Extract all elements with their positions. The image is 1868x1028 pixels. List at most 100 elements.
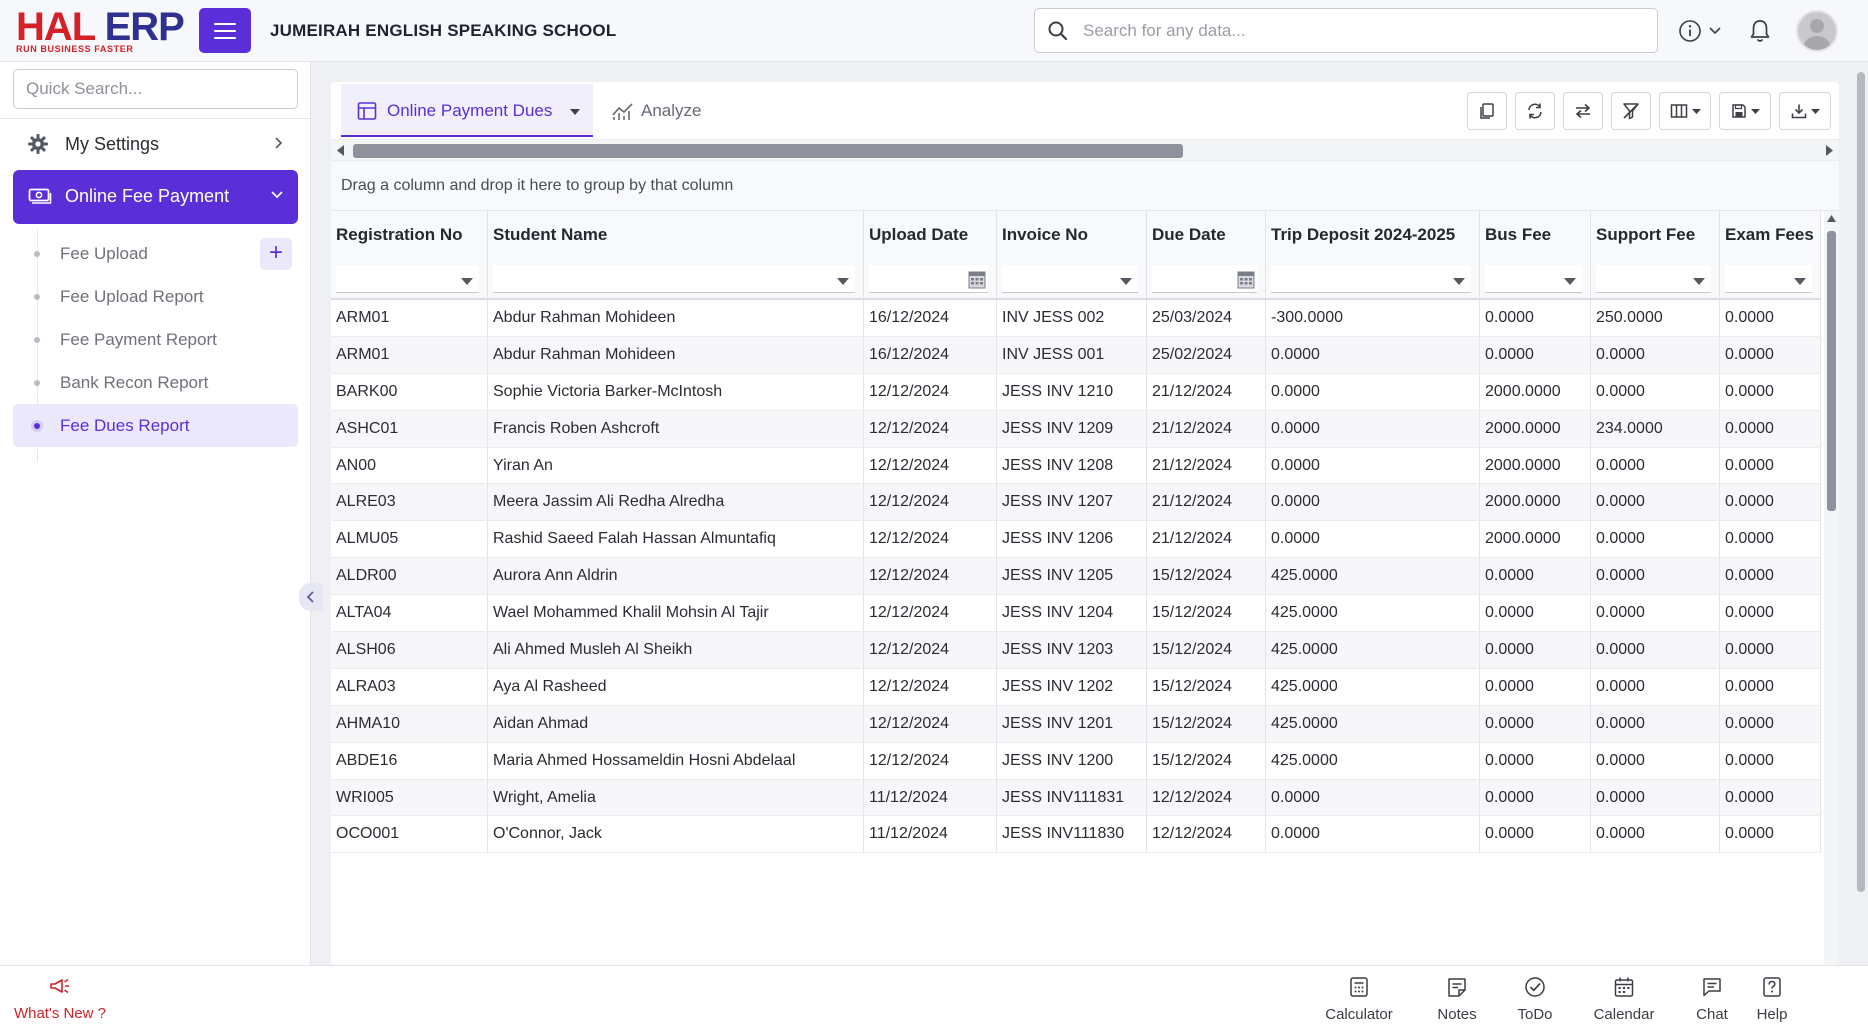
column-filter-input[interactable] [493,265,855,293]
scroll-up-arrow-icon[interactable] [1827,215,1836,222]
column-header-trip-deposit[interactable]: Trip Deposit 2024-2025 [1266,211,1480,258]
add-fee-upload-button[interactable]: + [260,238,292,270]
hal-erp-logo[interactable]: HAL ERP RUN BUSINESS FASTER [16,7,185,54]
grid-body: ARM01 Abdur Rahman Mohideen 16/12/2024 INV … [331,300,1821,854]
column-filter-input[interactable] [1271,265,1471,293]
tab-online-payment-dues[interactable]: Online Payment Dues [341,84,593,137]
cell-due-date: 15/12/2024 [1147,632,1266,668]
footer-help-button[interactable]: Help [1737,976,1807,1023]
columns-chooser-button[interactable] [1659,92,1711,130]
cell-bus-fee: 0.0000 [1480,558,1591,595]
tab-analyze[interactable]: Analyze [611,84,701,137]
sidebar-item-fee-upload[interactable]: Fee Upload + [13,232,298,275]
sidebar-item-fee-dues-report[interactable]: Fee Dues Report [13,404,298,447]
column-filter-input[interactable] [869,265,988,293]
column-header-upload-date[interactable]: Upload Date [864,211,997,258]
table-row[interactable]: AHMA10 Aidan Ahmad 12/12/2024 JESS INV 1201… [331,705,1821,743]
scroll-right-arrow-icon[interactable] [1826,145,1833,156]
whats-new-button[interactable]: What's New ? [10,976,110,1022]
table-row[interactable]: ALDR00 Aurora Ann Aldrin 12/12/2024 JESS IN… [331,558,1821,596]
group-by-panel[interactable]: Drag a column and drop it here to group … [331,161,1839,211]
table-row[interactable]: ABDE16 Maria Ahmed Hossameldin Hosni Abde… [331,742,1821,780]
column-filter-input[interactable] [1002,265,1138,293]
cell-trip-deposit: 0.0000 [1266,447,1480,484]
grid-horizontal-scrollbar[interactable] [331,139,1839,161]
table-row[interactable]: ALSH06 Ali Ahmed Musleh Al Sheikh 12/12/20… [331,632,1821,669]
table-row[interactable]: ALTA04 Wael Mohammed Khalil Mohsin Al Taj… [331,595,1821,633]
global-search[interactable] [1034,8,1658,53]
table-row[interactable]: ARM01 Abdur Rahman Mohideen 16/12/2024 INV … [331,300,1821,337]
table-row[interactable]: AN00 Yiran An 12/12/2024 JESS INV 1208 21/12… [331,447,1821,485]
footer-notes-button[interactable]: Notes [1412,976,1502,1023]
column-filter-input[interactable] [1725,265,1812,293]
table-row[interactable]: ASHC01 Francis Roben Ashcroft 12/12/2024 JE… [331,410,1821,448]
sidebar-item-bank-recon-report[interactable]: Bank Recon Report [13,361,298,404]
column-filter-input[interactable] [1485,265,1582,293]
grid-vertical-scrollbar[interactable] [1824,211,1839,965]
column-header-exam-fees[interactable]: Exam Fees [1720,211,1821,258]
column-header-invoice-no[interactable]: Invoice No [997,211,1147,258]
footer-item-label: Help [1756,1006,1788,1023]
clear-filter-button[interactable] [1611,92,1651,130]
cell-support-fee: 0.0000 [1591,336,1720,373]
quick-search[interactable] [13,69,298,109]
cell-trip-deposit: 425.0000 [1266,705,1480,742]
cell-bus-fee: 0.0000 [1480,632,1591,668]
quick-search-input[interactable] [14,70,297,108]
scrollbar-thumb[interactable] [1857,72,1865,892]
table-row[interactable]: ARM01 Abdur Rahman Mohideen 16/12/2024 INV … [331,336,1821,374]
scrollbar-thumb[interactable] [353,144,1183,158]
column-header-bus-fee[interactable]: Bus Fee [1480,211,1591,258]
column-filter-input[interactable] [1596,265,1711,293]
caret-down-icon[interactable] [570,109,580,115]
sidebar-item-fee-upload-report[interactable]: Fee Upload Report [13,275,298,318]
footer-calendar-button[interactable]: Calendar [1579,976,1669,1023]
column-filter-input[interactable] [1152,265,1257,293]
notification-bell-icon[interactable] [1749,18,1771,44]
cell-student-name: Maria Ahmed Hossameldin Hosni Abdelaal [488,742,864,779]
refresh-button[interactable] [1515,92,1555,130]
user-avatar[interactable] [1796,10,1838,52]
footer-todo-button[interactable]: ToDo [1490,976,1580,1023]
cell-registration-no: BARK00 [331,373,488,410]
filter-dropdown-icon[interactable] [837,278,849,285]
table-row[interactable]: WRI005 Wright, Amelia 11/12/2024 JESS INV11… [331,779,1821,817]
filter-dropdown-icon[interactable] [461,278,473,285]
main-menu-button[interactable] [199,8,251,53]
sidebar-collapse-button[interactable] [299,583,323,611]
filter-dropdown-icon[interactable] [1794,278,1806,285]
export-button[interactable] [1779,92,1831,130]
sidebar-item-my-settings[interactable]: My Settings [13,122,298,166]
column-header-registration-no[interactable]: Registration No [331,211,488,258]
table-row[interactable]: ALMU05 Rashid Saeed Falah Hassan Almuntaf… [331,521,1821,559]
cell-student-name: Yiran An [488,447,864,484]
filter-dropdown-icon[interactable] [1120,278,1132,285]
table-row[interactable]: BARK00 Sophie Victoria Barker-McIntosh 12/… [331,373,1821,411]
scrollbar-thumb[interactable] [1827,231,1836,511]
column-header-due-date[interactable]: Due Date [1147,211,1266,258]
chevron-down-icon [1709,27,1721,35]
global-search-input[interactable] [1083,9,1643,52]
page-scrollbar[interactable] [1854,62,1868,965]
swap-button[interactable] [1563,92,1603,130]
column-header-support-fee[interactable]: Support Fee [1591,211,1720,258]
table-row[interactable]: ALRA03 Aya Al Rasheed 12/12/2024 JESS INV 1… [331,668,1821,706]
column-header-student-name[interactable]: Student Name [488,211,864,258]
cell-registration-no: ALDR00 [331,558,488,595]
save-layout-button[interactable] [1719,92,1771,130]
calendar-picker-icon[interactable] [968,271,986,289]
cell-bus-fee: 0.0000 [1480,668,1591,705]
info-menu[interactable] [1678,19,1722,43]
calendar-picker-icon[interactable] [1237,271,1255,289]
filter-dropdown-icon[interactable] [1564,278,1576,285]
table-row[interactable]: ALRE03 Meera Jassim Ali Redha Alredha 12/1… [331,484,1821,522]
column-filter-input[interactable] [336,265,479,293]
filter-dropdown-icon[interactable] [1453,278,1465,285]
filter-dropdown-icon[interactable] [1693,278,1705,285]
sidebar-item-fee-payment-report[interactable]: Fee Payment Report [13,318,298,361]
footer-calculator-button[interactable]: Calculator [1314,976,1404,1023]
copy-button[interactable] [1467,92,1507,130]
scroll-left-arrow-icon[interactable] [337,145,344,156]
table-row[interactable]: OCO001 O'Connor, Jack 11/12/2024 JESS INV11… [331,816,1821,854]
sidebar-item-online-fee-payment[interactable]: Online Fee Payment [13,170,298,224]
